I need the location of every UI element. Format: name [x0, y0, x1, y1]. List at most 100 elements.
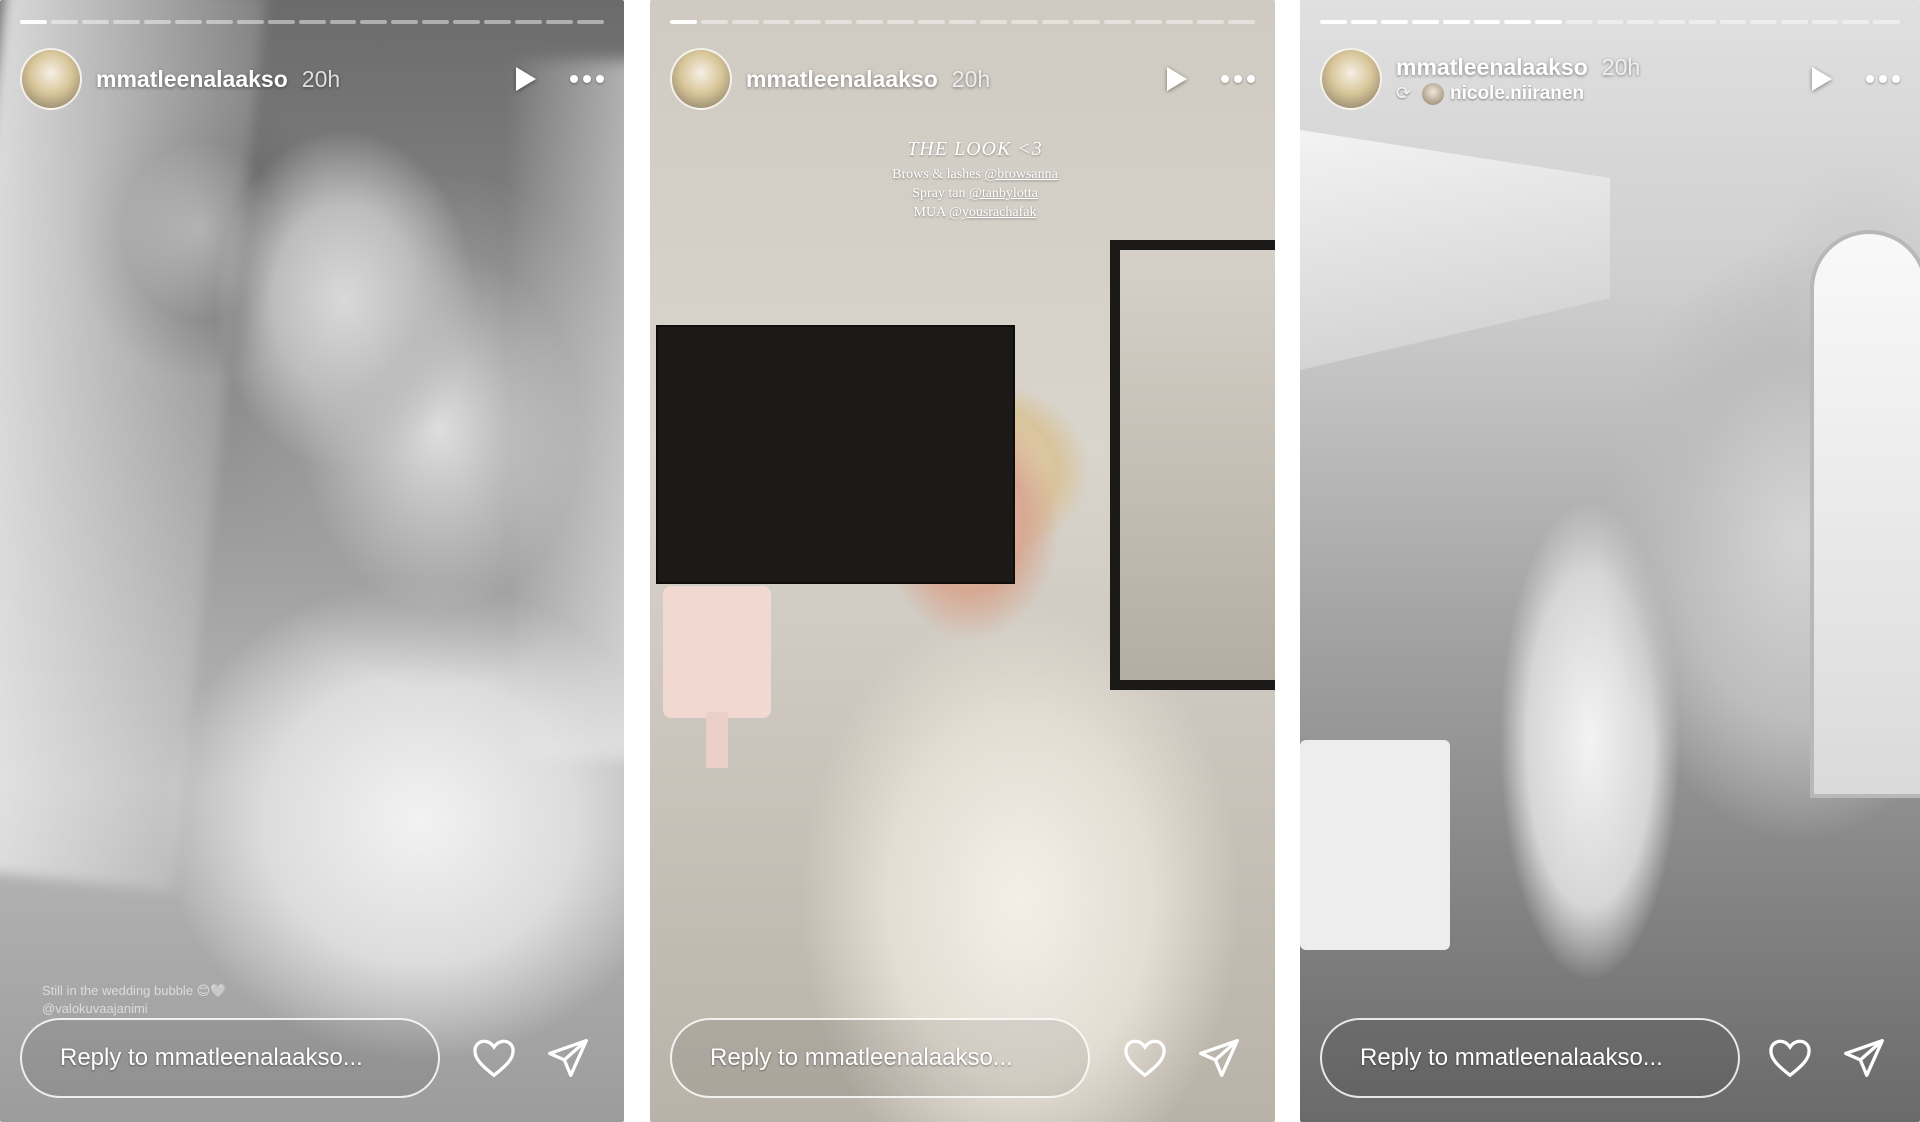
reply-input[interactable]: Reply to mmatleenalaakso...	[1320, 1018, 1740, 1098]
story-caption: THE LOOK <3 Brows & lashes @browsanna Sp…	[850, 138, 1100, 222]
tv-screen	[656, 325, 1015, 584]
wall-mirror	[1110, 240, 1275, 690]
progress-segment	[701, 20, 728, 24]
progress-segment	[1042, 20, 1069, 24]
send-icon[interactable]	[1197, 1037, 1241, 1079]
reply-placeholder: Reply to mmatleenalaakso...	[60, 1044, 363, 1071]
progress-segment	[1381, 20, 1409, 24]
progress-segment	[1842, 20, 1870, 24]
progress-segment	[1535, 20, 1562, 24]
more-options-icon[interactable]	[1221, 75, 1255, 83]
play-icon[interactable]	[516, 67, 536, 91]
progress-segment	[205, 20, 233, 24]
hand-mirror-handle	[706, 712, 728, 768]
story-panel-2[interactable]: mmatleenalaakso 20h THE LOOK <3 Brows & …	[650, 0, 1275, 1122]
avatar[interactable]	[20, 48, 82, 110]
progress-segment	[856, 20, 883, 24]
caption-mention[interactable]: @tanbylotta	[969, 186, 1038, 201]
progress-segment	[1565, 20, 1593, 24]
progress-segment	[1073, 20, 1100, 24]
faint-caption-line: Still in the wedding bubble 😊🤍	[42, 983, 227, 998]
post-time: 20h	[1601, 53, 1641, 80]
progress-segment	[329, 20, 357, 24]
progress-segment	[391, 20, 419, 24]
heart-icon[interactable]	[1768, 1038, 1812, 1078]
progress-segment	[1873, 20, 1900, 24]
caption-label: MUA	[913, 205, 949, 220]
repost-attribution[interactable]: ⟳ nicole.niiranen	[1396, 82, 1640, 105]
progress-segment	[360, 20, 388, 24]
reply-input[interactable]: Reply to mmatleenalaakso...	[20, 1018, 440, 1098]
reply-input[interactable]: Reply to mmatleenalaakso...	[670, 1018, 1090, 1098]
caption-mention[interactable]: @browsanna	[984, 167, 1058, 182]
story-progress-bar	[1320, 20, 1900, 24]
username[interactable]: mmatleenalaakso	[1396, 54, 1588, 81]
play-icon[interactable]	[1167, 67, 1187, 91]
progress-segment	[1135, 20, 1162, 24]
play-icon[interactable]	[1812, 67, 1832, 91]
caption-line: MUA @yousrachafak	[850, 203, 1100, 222]
progress-segment	[515, 20, 543, 24]
progress-segment	[1473, 20, 1501, 24]
progress-segment	[1320, 20, 1347, 24]
progress-segment	[577, 20, 605, 24]
more-options-icon[interactable]	[1866, 75, 1900, 83]
avatar[interactable]	[670, 48, 732, 110]
progress-segment	[918, 20, 945, 24]
progress-segment	[236, 20, 264, 24]
progress-segment	[1442, 20, 1470, 24]
reply-placeholder: Reply to mmatleenalaakso...	[710, 1044, 1013, 1071]
progress-segment	[20, 20, 47, 24]
reply-bar: Reply to mmatleenalaakso...	[1320, 1016, 1900, 1100]
progress-segment	[763, 20, 790, 24]
progress-segment	[1750, 20, 1778, 24]
progress-segment	[1350, 20, 1378, 24]
story-progress-bar	[670, 20, 1255, 24]
progress-segment	[1104, 20, 1131, 24]
progress-segment	[1688, 20, 1716, 24]
caption-line: Brows & lashes @browsanna	[850, 165, 1100, 184]
progress-segment	[1719, 20, 1747, 24]
more-options-icon[interactable]	[570, 75, 604, 83]
progress-segment	[670, 20, 697, 24]
caption-mention[interactable]: @yousrachafak	[949, 205, 1037, 220]
progress-segment	[1197, 20, 1224, 24]
story-progress-bar	[20, 20, 605, 24]
progress-segment	[1504, 20, 1532, 24]
story-header: mmatleenalaakso 20h	[670, 48, 1255, 110]
progress-segment	[453, 20, 481, 24]
reply-placeholder: Reply to mmatleenalaakso...	[1360, 1044, 1663, 1071]
story-panel-3[interactable]: mmatleenalaakso 20h ⟳ nicole.niiranen Re…	[1300, 0, 1920, 1122]
caption-label: Brows & lashes	[892, 167, 985, 182]
avatar[interactable]	[1320, 48, 1382, 110]
progress-segment	[1781, 20, 1808, 24]
repost-avatar	[1422, 82, 1444, 105]
caption-title: THE LOOK <3	[907, 138, 1043, 160]
story-panel-1[interactable]: mmatleenalaakso 20h Still in the wedding…	[0, 0, 624, 1122]
progress-segment	[81, 20, 109, 24]
post-time: 20h	[301, 65, 341, 92]
progress-segment	[1412, 20, 1439, 24]
username[interactable]: mmatleenalaakso	[96, 66, 288, 93]
heart-icon[interactable]	[1123, 1038, 1167, 1078]
progress-segment	[794, 20, 821, 24]
dining-table	[1300, 740, 1450, 950]
faint-caption: Still in the wedding bubble 😊🤍 @valokuva…	[42, 982, 226, 1018]
caption-line: Spray tan @tanbylotta	[850, 184, 1100, 203]
username[interactable]: mmatleenalaakso	[746, 66, 938, 93]
progress-segment	[1596, 20, 1624, 24]
progress-segment	[980, 20, 1007, 24]
progress-segment	[1166, 20, 1193, 24]
progress-segment	[732, 20, 759, 24]
caption-label: Spray tan	[912, 186, 969, 201]
progress-segment	[143, 20, 171, 24]
heart-icon[interactable]	[472, 1038, 516, 1078]
progress-segment	[887, 20, 914, 24]
send-icon[interactable]	[546, 1037, 590, 1079]
progress-segment	[1658, 20, 1685, 24]
reply-bar: Reply to mmatleenalaakso...	[20, 1016, 604, 1100]
repost-icon: ⟳	[1396, 83, 1412, 103]
repost-username[interactable]: nicole.niiranen	[1450, 83, 1584, 105]
progress-segment	[267, 20, 295, 24]
send-icon[interactable]	[1842, 1037, 1886, 1079]
